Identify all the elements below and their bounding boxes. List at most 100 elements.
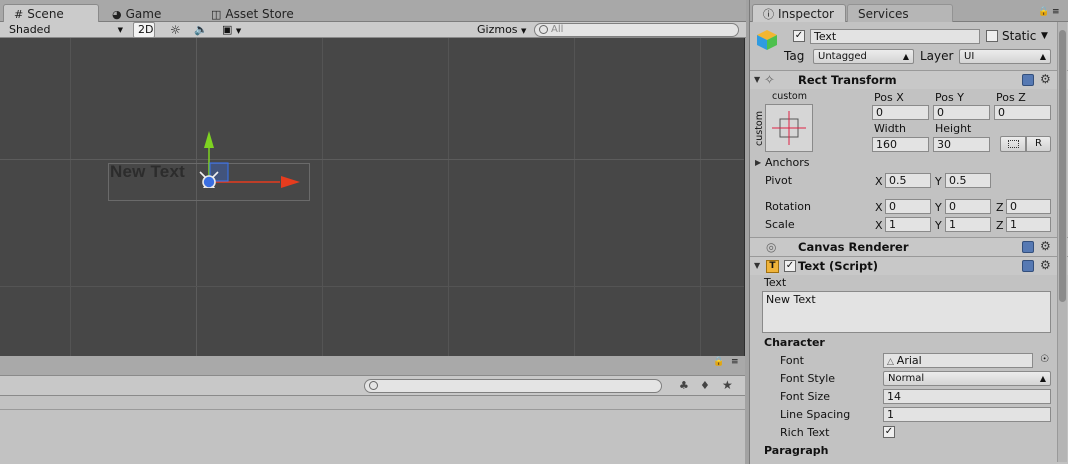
- pos-z-input[interactable]: 0: [994, 105, 1051, 120]
- gameobject-cube-icon: [757, 30, 777, 50]
- static-checkbox[interactable]: [986, 30, 998, 42]
- rotation-y-axis-label: Y: [935, 201, 942, 214]
- pivot-y-axis-label: Y: [935, 175, 942, 188]
- inspector-scrollbar[interactable]: [1057, 22, 1067, 462]
- rotation-x-input[interactable]: 0: [885, 199, 931, 214]
- active-checkbox[interactable]: ✓: [793, 30, 805, 42]
- gear-icon[interactable]: ⚙: [1040, 258, 1051, 272]
- object-picker-icon[interactable]: ☉: [1040, 354, 1049, 365]
- rect-transform-header[interactable]: ▼ ✧ Rect Transform ⚙: [750, 70, 1068, 89]
- scene-text-object[interactable]: New Text: [110, 162, 185, 182]
- filter-by-label-icon[interactable]: ♦: [700, 379, 710, 392]
- shading-mode-dropdown[interactable]: Shaded ▼: [4, 22, 126, 38]
- inspector-panel: ⓘ Inspector Services 🔒 ≡ ✓ Text Static ▼ …: [749, 0, 1068, 464]
- tag-label: Tag: [784, 49, 805, 63]
- text-label: Text: [764, 276, 787, 289]
- width-input[interactable]: 160: [872, 137, 929, 152]
- tab-services[interactable]: Services: [847, 4, 953, 22]
- search-icon: [539, 25, 548, 34]
- pos-y-input[interactable]: 0: [933, 105, 990, 120]
- 2d-toggle-label: 2D: [138, 23, 154, 36]
- blueprint-mode-button[interactable]: [1000, 136, 1026, 152]
- gear-icon[interactable]: ⚙: [1040, 239, 1051, 253]
- gizmos-dropdown[interactable]: Gizmos ▼: [477, 22, 526, 38]
- 2d-toggle-button[interactable]: 2D: [133, 22, 155, 38]
- line-spacing-label: Line Spacing: [780, 408, 851, 421]
- gizmo-y-arrow-icon[interactable]: [204, 131, 214, 148]
- scene-view[interactable]: New Text: [0, 38, 745, 356]
- panel-menu-icon[interactable]: ≡: [1052, 7, 1060, 17]
- tag-value: Untagged: [818, 51, 867, 62]
- scene-toolbar: Shaded ▼ 2D ☼ 🔈 ▣ ▼ Gizmos ▼ All: [0, 22, 746, 38]
- lighting-toggle-icon[interactable]: ☼: [170, 22, 181, 38]
- font-value: Arial: [896, 354, 922, 367]
- font-object-field[interactable]: △ Arial: [883, 353, 1033, 368]
- dotted-rect-icon: [1008, 140, 1019, 148]
- rotation-z-input[interactable]: 0: [1006, 199, 1051, 214]
- project-separator: [0, 409, 745, 410]
- help-book-icon[interactable]: [1022, 241, 1034, 253]
- scale-z-axis-label: Z: [996, 219, 1004, 232]
- lock-icon[interactable]: 🔒: [1038, 7, 1049, 17]
- dropdown-arrow-icon: ▼: [521, 27, 527, 35]
- scene-search-input[interactable]: All: [534, 23, 739, 37]
- layer-dropdown[interactable]: UI ▲: [959, 49, 1051, 64]
- panel-menu-icon[interactable]: ≡: [731, 357, 739, 367]
- rotation-y-input[interactable]: 0: [945, 199, 991, 214]
- tab-inspector-label: Inspector: [778, 7, 834, 21]
- help-book-icon[interactable]: [1022, 74, 1034, 86]
- canvas-renderer-header[interactable]: ◎ Canvas Renderer ⚙: [750, 237, 1068, 256]
- tab-scene-label: Scene: [27, 7, 64, 21]
- tab-scene[interactable]: # Scene: [3, 4, 99, 22]
- tab-game[interactable]: ◕ Game: [101, 4, 172, 22]
- font-size-input[interactable]: 14: [883, 389, 1051, 404]
- search-icon: [369, 381, 378, 390]
- tab-asset-store[interactable]: ◫ Asset Store: [200, 4, 305, 22]
- fold-arrow-down-icon[interactable]: ▼: [754, 261, 760, 270]
- inspector-scrollbar-thumb[interactable]: [1059, 30, 1066, 302]
- anchor-preset-side-label: custom: [754, 111, 765, 146]
- fold-arrow-right-icon[interactable]: ▶: [755, 158, 761, 167]
- lock-icon[interactable]: 🔒: [713, 357, 724, 367]
- move-gizmo[interactable]: [190, 88, 310, 188]
- scale-z-input[interactable]: 1: [1006, 217, 1051, 232]
- object-name-input[interactable]: Text: [810, 29, 980, 44]
- grid-line: [0, 286, 744, 287]
- dropdown-arrow-icon: ▲: [1039, 52, 1046, 61]
- width-label: Width: [874, 122, 906, 135]
- grid-line: [700, 38, 701, 356]
- filter-by-type-icon[interactable]: ♣: [679, 379, 689, 392]
- layer-value: UI: [964, 51, 975, 62]
- pivot-y-input[interactable]: 0.5: [945, 173, 991, 188]
- inspector-tabbar: ⓘ Inspector Services 🔒 ≡: [750, 0, 1068, 22]
- effects-dropdown-icon[interactable]: ▣ ▼: [222, 22, 241, 38]
- raw-edit-button[interactable]: R: [1026, 136, 1051, 152]
- pivot-handle[interactable]: [202, 175, 216, 188]
- pos-x-input[interactable]: 0: [872, 105, 929, 120]
- gizmo-x-arrow-icon[interactable]: [281, 176, 300, 188]
- static-dropdown-arrow-icon[interactable]: ▼: [1041, 31, 1048, 41]
- anchors-label[interactable]: Anchors: [765, 156, 810, 169]
- favorites-star-icon[interactable]: ★: [722, 378, 733, 392]
- anchor-presets-button[interactable]: [765, 104, 813, 152]
- dropdown-arrow-icon: ▲: [1039, 374, 1046, 383]
- help-book-icon[interactable]: [1022, 260, 1034, 272]
- text-script-enabled-checkbox[interactable]: ✓: [784, 260, 796, 272]
- height-input[interactable]: 30: [933, 137, 990, 152]
- pivot-x-input[interactable]: 0.5: [885, 173, 931, 188]
- tag-dropdown[interactable]: Untagged ▲: [813, 49, 914, 64]
- scale-x-axis-label: X: [875, 219, 883, 232]
- line-spacing-input[interactable]: 1: [883, 407, 1051, 422]
- font-style-dropdown[interactable]: Normal ▲: [883, 371, 1051, 386]
- text-area-input[interactable]: New Text: [762, 291, 1051, 333]
- tab-inspector[interactable]: ⓘ Inspector: [752, 4, 846, 22]
- tab-asset-store-label: Asset Store: [225, 7, 294, 21]
- audio-toggle-icon[interactable]: 🔈: [194, 22, 208, 38]
- rich-text-checkbox[interactable]: ✓: [883, 426, 895, 438]
- project-search-input[interactable]: [364, 379, 662, 393]
- scale-y-input[interactable]: 1: [945, 217, 991, 232]
- text-script-header[interactable]: ▼ T ✓ Text (Script) ⚙: [750, 256, 1068, 275]
- fold-arrow-down-icon[interactable]: ▼: [754, 75, 760, 84]
- gear-icon[interactable]: ⚙: [1040, 72, 1051, 86]
- scale-x-input[interactable]: 1: [885, 217, 931, 232]
